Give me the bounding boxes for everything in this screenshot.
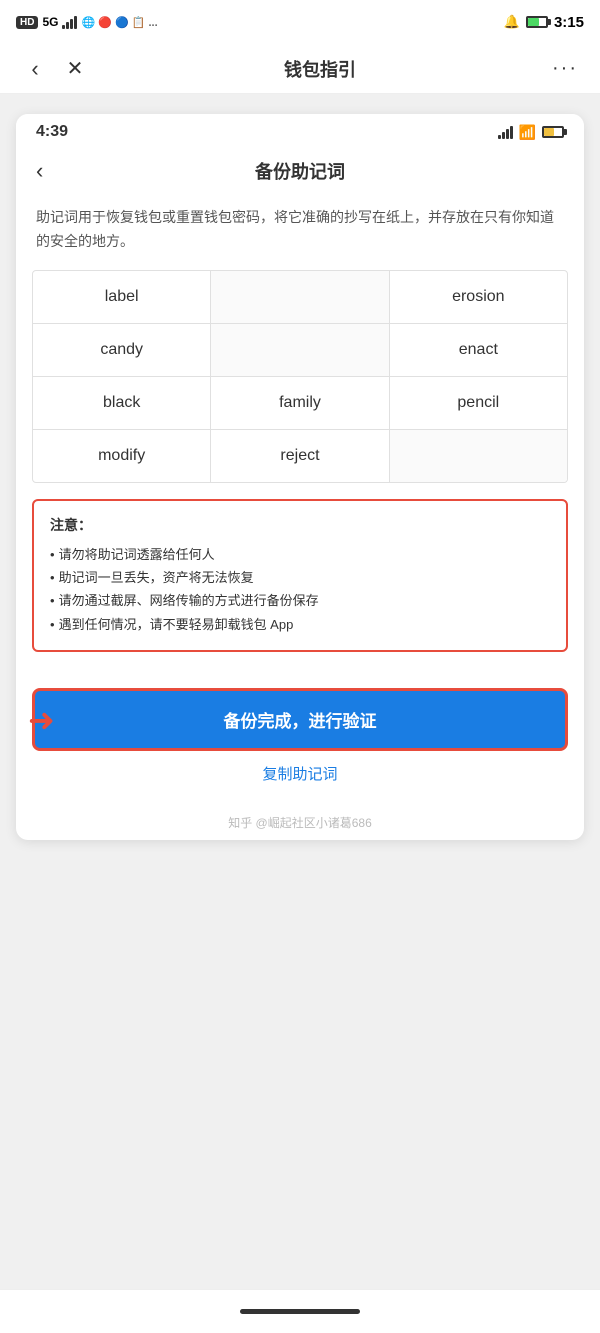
inner-battery-icon [542,126,564,138]
warning-text-2: 助记词一旦丢失，资产将无法恢复 [59,566,254,589]
word-3-3: pencil [390,377,567,429]
warning-item-4: • 遇到任何情况，请不要轻易卸载钱包 App [50,613,550,636]
warning-item-2: • 助记词一旦丢失，资产将无法恢复 [50,566,550,589]
signal-label: 5G [42,15,58,29]
warning-item-1: • 请勿将助记词透露给任何人 [50,543,550,566]
bullet-3: • [50,589,55,612]
outer-time: 3:15 [554,14,584,31]
outer-background: 4:39 📶 ‹ 备份助记词 助记词用于恢复钱包或重置钱包密码，将它准确的抄写在… [0,94,600,860]
inner-time: 4:39 [36,123,68,141]
action-area: ➜ 备份完成，进行验证 复制助记词 [16,668,584,794]
word-4-1: modify [33,430,211,482]
word-4-2: reject [211,430,389,482]
warning-text-3: 请勿通过截屏、网络传输的方式进行备份保存 [59,589,319,612]
warning-text-1: 请勿将助记词透露给任何人 [59,543,215,566]
home-indicator [240,1309,360,1314]
mnemonic-row-1: label erosion [33,271,567,324]
description-text: 助记词用于恢复钱包或重置钱包密码，将它准确的抄写在纸上，并存放在只有你知道的安全… [16,196,584,270]
word-3-2: family [211,377,389,429]
battery-icon [526,16,548,28]
app-nav-bar: ‹ ✕ 钱包指引 ··· [0,44,600,94]
mnemonic-row-3: black family pencil [33,377,567,430]
warning-text-4: 遇到任何情况，请不要轻易卸载钱包 App [59,613,294,636]
inner-page-title: 备份助记词 [255,158,345,184]
nav-title: 钱包指引 [284,56,356,82]
word-2-1: candy [33,324,211,376]
inner-back-button[interactable]: ‹ [36,158,43,184]
arrow-indicator: ➜ [28,701,55,739]
inner-status-bar: 4:39 📶 [16,114,584,150]
warning-box: 注意： • 请勿将助记词透露给任何人 • 助记词一旦丢失，资产将无法恢复 • 请… [32,499,568,653]
bell-icon: 🔔 [504,14,520,30]
outer-status-left: HD 5G 🌐 🔴 🔵 📋 ... [16,15,158,29]
hd-badge: HD [16,16,38,29]
verify-button[interactable]: 备份完成，进行验证 [32,688,568,751]
inner-wifi-icon: 📶 [519,124,536,141]
word-4-3 [390,430,567,482]
mnemonic-row-4: modify reject [33,430,567,482]
warning-item-3: • 请勿通过截屏、网络传输的方式进行备份保存 [50,589,550,612]
watermark-area: 知乎 @崛起社区小诸葛686 [16,794,584,840]
inner-nav: ‹ 备份助记词 [16,150,584,196]
nav-back-button[interactable]: ‹ [20,56,50,82]
outer-status-bar: HD 5G 🌐 🔴 🔵 📋 ... 🔔 3:15 [0,0,600,44]
outer-status-right: 🔔 3:15 [504,14,584,31]
bullet-1: • [50,543,55,566]
screen-card: 4:39 📶 ‹ 备份助记词 助记词用于恢复钱包或重置钱包密码，将它准确的抄写在… [16,114,584,840]
app-icons: 🌐 🔴 🔵 📋 ... [81,16,157,29]
bullet-2: • [50,566,55,589]
bullet-4: • [50,613,55,636]
word-3-1: black [33,377,211,429]
copy-mnemonic-link[interactable]: 复制助记词 [32,763,568,784]
inner-status-icons: 📶 [498,124,564,141]
signal-bars-icon [62,15,77,29]
word-2-2 [211,324,389,376]
watermark-text: 知乎 @崛起社区小诸葛686 [228,816,372,830]
warning-title: 注意： [50,515,550,535]
nav-more-button[interactable]: ··· [550,57,580,80]
verify-btn-wrapper: ➜ 备份完成，进行验证 [32,688,568,751]
word-1-3: erosion [390,271,567,323]
word-1-1: label [33,271,211,323]
mnemonic-grid: label erosion candy enact black family p… [32,270,568,483]
inner-signal-icon [498,125,513,139]
nav-left-controls: ‹ ✕ [20,56,90,82]
bottom-bar [0,1289,600,1333]
word-2-3: enact [390,324,567,376]
word-1-2 [211,271,389,323]
nav-close-button[interactable]: ✕ [60,56,90,81]
mnemonic-row-2: candy enact [33,324,567,377]
